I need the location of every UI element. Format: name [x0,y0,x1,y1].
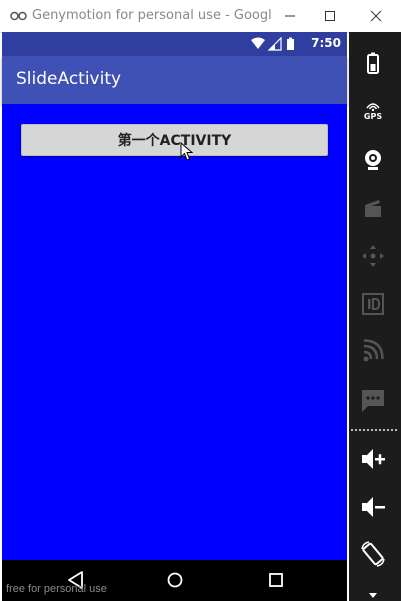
close-button[interactable] [356,4,396,28]
window-title: Genymotion for personal use - Googl... [32,8,272,23]
maximize-button[interactable] [310,4,350,28]
maximize-icon [325,11,335,21]
id-icon[interactable] [359,290,387,318]
wifi-icon [251,37,265,49]
app-title: SlideActivity [16,69,122,89]
minimize-button[interactable] [270,4,310,28]
device-screen: 7:50 SlideActivity 第一个ACTIVITY [2,32,347,601]
home-icon[interactable] [163,569,187,591]
minimize-icon [285,15,295,17]
status-icons [251,37,294,51]
activity-content: 第一个ACTIVITY [2,104,347,560]
gps-button[interactable]: GPS [359,98,387,126]
status-time: 7:50 [311,36,341,50]
webcam-icon[interactable] [359,146,387,174]
cast-icon[interactable] [359,338,387,366]
mouse-cursor-icon [180,142,194,161]
status-bar: 7:50 [2,32,347,56]
battery-icon[interactable] [359,50,387,78]
video-capture-icon[interactable] [359,194,387,222]
window-titlebar[interactable]: Genymotion for personal use - Googl... [0,0,401,33]
gps-label: GPS [363,112,383,121]
genymotion-toolbar: GPS [349,32,401,601]
battery-status-icon [287,37,294,50]
app-bar: SlideActivity [2,56,347,104]
toolbar-separator [351,429,397,431]
close-icon [370,10,382,22]
volume-up-icon[interactable] [359,445,387,473]
recent-apps-icon[interactable] [264,569,288,591]
rotate-icon[interactable] [359,540,387,568]
dpad-icon[interactable] [359,242,387,270]
genymotion-app-icon [10,11,27,21]
gps-icon [366,103,380,112]
signal-icon [267,37,282,51]
scroll-down-icon[interactable] [359,590,387,600]
watermark-text: free for personal use [6,583,107,595]
volume-down-icon[interactable] [359,493,387,521]
first-activity-button[interactable]: 第一个ACTIVITY [21,124,328,156]
sms-icon[interactable] [359,386,387,414]
